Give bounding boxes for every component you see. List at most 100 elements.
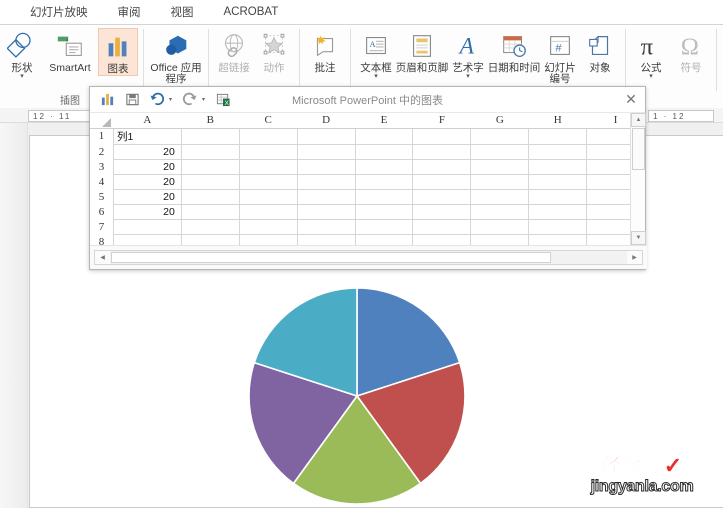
cell-G4[interactable] — [470, 173, 530, 190]
cell-F8[interactable] — [412, 233, 472, 245]
qat-redo-button[interactable] — [179, 90, 201, 110]
cell-G6[interactable] — [470, 203, 530, 220]
row-header-1[interactable]: 1 — [90, 128, 114, 144]
qat-undo-button[interactable] — [146, 90, 168, 110]
insert-chart-button[interactable]: 图表 — [98, 28, 138, 76]
cell-C4[interactable] — [238, 173, 298, 190]
chevron-down-icon[interactable]: ▾ — [20, 73, 24, 80]
table-row[interactable]: 6 20 — [90, 203, 645, 220]
chevron-down-icon[interactable]: ▾ — [374, 73, 378, 80]
cell-D5[interactable] — [296, 188, 356, 205]
tab-acrobat[interactable]: ACROBAT — [224, 6, 279, 18]
cell-D3[interactable] — [296, 158, 356, 175]
cell-G8[interactable] — [470, 233, 530, 245]
cell-F3[interactable] — [412, 158, 472, 175]
scroll-right-arrow-icon[interactable]: ▶ — [627, 251, 642, 264]
cell-B2[interactable] — [180, 143, 240, 160]
slide-thumbnail-panel[interactable] — [0, 123, 28, 508]
insert-hyperlink-button[interactable]: 超链接 — [214, 28, 254, 74]
tab-slideshow[interactable]: 幻灯片放映 — [30, 4, 88, 20]
embedded-worksheet-window[interactable]: ▾ ▾ X Microsoft PowerPoint 中的图表 ✕ A B C … — [89, 86, 647, 270]
cell-G5[interactable] — [470, 188, 530, 205]
row-header-5[interactable]: 5 — [90, 189, 114, 204]
vertical-scroll-thumb[interactable] — [632, 128, 645, 170]
cell-H5[interactable] — [528, 188, 588, 205]
insert-smartart-button[interactable]: SmartArt — [42, 28, 98, 74]
insert-textbox-button[interactable]: A 文本框 ▾ — [356, 28, 396, 80]
scroll-down-arrow-icon[interactable]: ▼ — [631, 231, 646, 245]
table-row[interactable]: 8 — [90, 233, 645, 245]
insert-object-button[interactable]: 对象 — [580, 28, 620, 74]
cell-D1[interactable] — [296, 127, 356, 145]
qat-chart-icon[interactable] — [96, 90, 118, 110]
cell-A1[interactable]: 列1 — [112, 127, 182, 145]
cell-H4[interactable] — [528, 173, 588, 190]
cell-A2[interactable]: 20 — [112, 143, 182, 160]
horizontal-scrollbar[interactable]: ◀ ▶ — [94, 250, 643, 265]
cell-C6[interactable] — [238, 203, 298, 220]
cell-B5[interactable] — [180, 188, 240, 205]
cell-A7[interactable] — [112, 218, 182, 235]
row-header-3[interactable]: 3 — [90, 159, 114, 174]
pie-chart-object[interactable] — [231, 284, 483, 508]
cell-C1[interactable] — [238, 127, 298, 145]
cell-C8[interactable] — [238, 233, 298, 245]
insert-comment-button[interactable]: 批注 — [305, 28, 345, 74]
insert-header-footer-button[interactable]: 页眉和页脚 — [396, 28, 448, 74]
cell-E8[interactable] — [354, 233, 414, 245]
row-header-8[interactable]: 8 — [90, 234, 114, 245]
worksheet-grid[interactable]: A B C D E F G H I 1 列1 2 20 3 20 4 20 5 … — [90, 113, 645, 245]
insert-action-button[interactable]: 动作 — [254, 28, 294, 74]
cell-B6[interactable] — [180, 203, 240, 220]
scroll-up-arrow-icon[interactable]: ▲ — [631, 113, 646, 127]
cell-H1[interactable] — [528, 127, 588, 145]
col-header-C[interactable]: C — [239, 113, 298, 129]
table-row[interactable]: 7 — [90, 218, 645, 235]
cell-C3[interactable] — [238, 158, 298, 175]
row-header-7[interactable]: 7 — [90, 219, 114, 234]
cell-C5[interactable] — [238, 188, 298, 205]
cell-D6[interactable] — [296, 203, 356, 220]
cell-F2[interactable] — [412, 143, 472, 160]
table-row[interactable]: 1 列1 — [90, 127, 645, 145]
cell-E3[interactable] — [354, 158, 414, 175]
cell-F6[interactable] — [412, 203, 472, 220]
horizontal-scroll-thumb[interactable] — [111, 252, 551, 263]
cell-A5[interactable]: 20 — [112, 188, 182, 205]
qat-save-button[interactable] — [121, 90, 143, 110]
cell-A6[interactable]: 20 — [112, 203, 182, 220]
table-row[interactable]: 4 20 — [90, 173, 645, 190]
cell-G7[interactable] — [470, 218, 530, 235]
cell-E6[interactable] — [354, 203, 414, 220]
row-header-6[interactable]: 6 — [90, 204, 114, 219]
col-header-F[interactable]: F — [412, 113, 471, 129]
cell-C7[interactable] — [238, 218, 298, 235]
row-header-4[interactable]: 4 — [90, 174, 114, 189]
office-apps-button[interactable]: Office 应用程序 — [149, 28, 203, 85]
cell-H6[interactable] — [528, 203, 588, 220]
select-all-corner[interactable] — [90, 113, 114, 129]
insert-wordart-button[interactable]: A 艺术字 ▾ — [448, 28, 488, 81]
cell-G1[interactable] — [470, 127, 530, 145]
table-row[interactable]: 3 20 — [90, 158, 645, 175]
tab-view[interactable]: 视图 — [171, 4, 194, 20]
cell-B1[interactable] — [180, 127, 240, 145]
cell-F5[interactable] — [412, 188, 472, 205]
cell-F7[interactable] — [412, 218, 472, 235]
undo-dropdown-chevron-down-icon[interactable]: ▾ — [169, 96, 176, 103]
cell-D7[interactable] — [296, 218, 356, 235]
table-row[interactable]: 5 20 — [90, 188, 645, 205]
cell-E4[interactable] — [354, 173, 414, 190]
cell-B8[interactable] — [180, 233, 240, 245]
cell-H3[interactable] — [528, 158, 588, 175]
col-header-H[interactable]: H — [528, 113, 587, 129]
cell-D4[interactable] — [296, 173, 356, 190]
cell-E1[interactable] — [354, 127, 414, 145]
redo-dropdown-chevron-down-icon[interactable]: ▾ — [202, 96, 209, 103]
col-header-D[interactable]: D — [297, 113, 356, 129]
cell-D8[interactable] — [296, 233, 356, 245]
cell-A3[interactable]: 20 — [112, 158, 182, 175]
insert-slide-number-button[interactable]: # 幻灯片编号 — [540, 28, 580, 85]
cell-B4[interactable] — [180, 173, 240, 190]
cell-F4[interactable] — [412, 173, 472, 190]
